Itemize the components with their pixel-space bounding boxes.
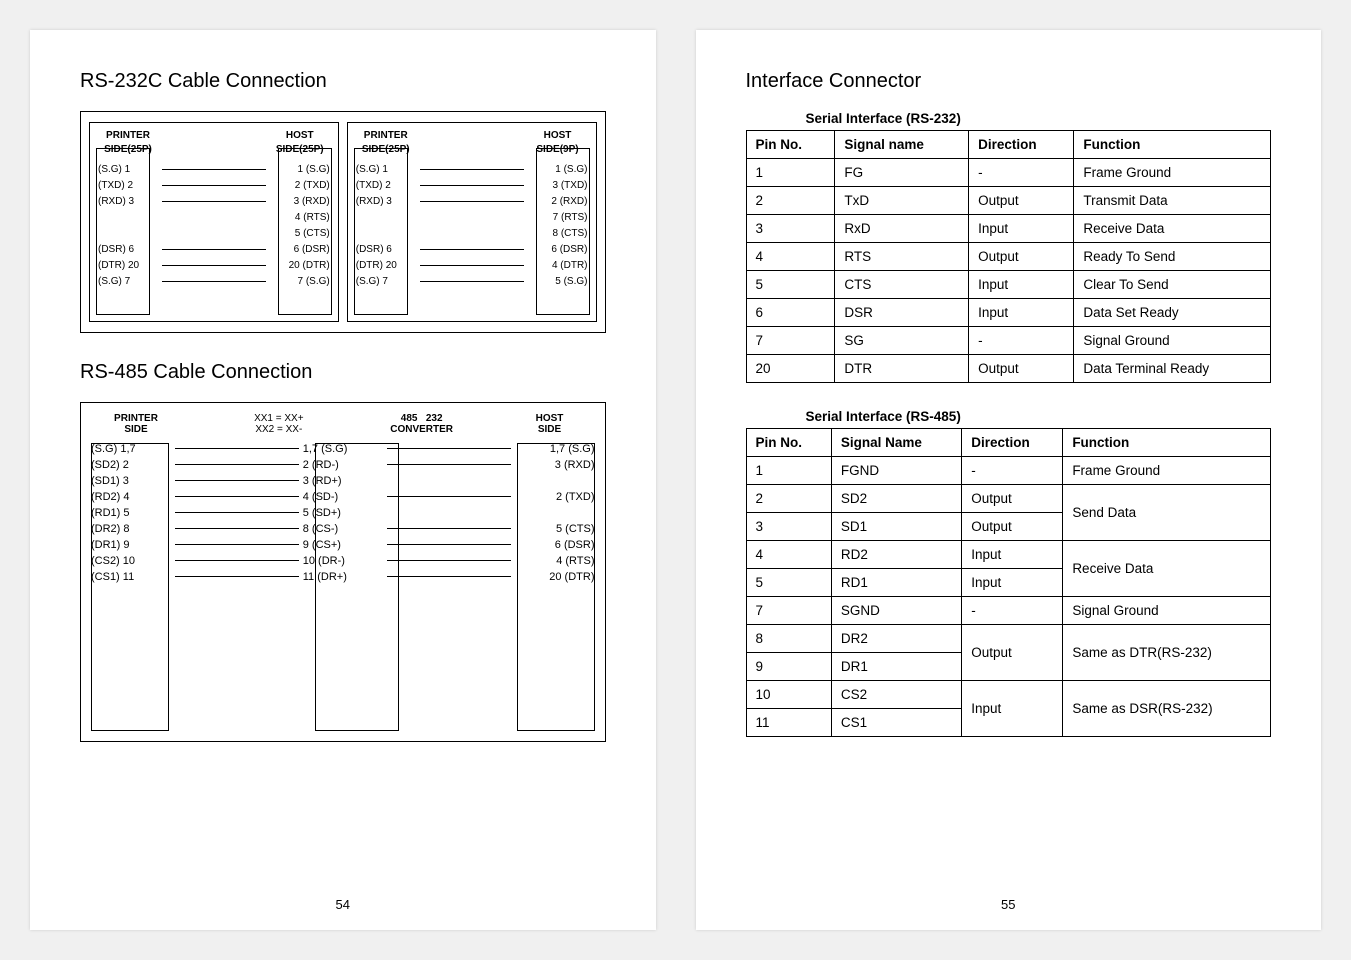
table-row: 1FGND-Frame Ground bbox=[746, 457, 1271, 485]
page-number-right: 55 bbox=[696, 897, 1322, 912]
table-row: 10CS2InputSame as DSR(RS-232) bbox=[746, 681, 1271, 709]
table-row: 5CTSInputClear To Send bbox=[746, 271, 1271, 299]
table-header: Function bbox=[1074, 131, 1271, 159]
caption-rs485: Serial Interface (RS-485) bbox=[806, 409, 1272, 424]
table-header: Pin No. bbox=[746, 131, 835, 159]
table-header: Signal name bbox=[835, 131, 969, 159]
table-row: 8DR2OutputSame as DTR(RS-232) bbox=[746, 625, 1271, 653]
table-row: 4RTSOutputReady To Send bbox=[746, 243, 1271, 271]
table-rs485: Pin No.Signal NameDirectionFunction1FGND… bbox=[746, 428, 1272, 737]
table-row: 7SGND-Signal Ground bbox=[746, 597, 1271, 625]
table-row: 4RD2InputReceive Data bbox=[746, 541, 1271, 569]
table-row: 2TxDOutputTransmit Data bbox=[746, 187, 1271, 215]
page-left: RS-232C Cable Connection PRINTER SIDE(25… bbox=[30, 30, 656, 930]
diagram-25p-9p: PRINTER SIDE(25P)HOST SIDE(9P)(S.G) 11 (… bbox=[347, 122, 597, 322]
heading-interface-connector: Interface Connector bbox=[746, 70, 1272, 93]
table-header: Signal Name bbox=[831, 429, 961, 457]
caption-rs232: Serial Interface (RS-232) bbox=[806, 111, 1272, 126]
table-row: 1FG-Frame Ground bbox=[746, 159, 1271, 187]
table-row: 7SG-Signal Ground bbox=[746, 327, 1271, 355]
table-rs232: Pin No.Signal nameDirectionFunction1FG-F… bbox=[746, 130, 1272, 383]
table-header: Direction bbox=[969, 131, 1074, 159]
table-header: Direction bbox=[962, 429, 1063, 457]
page-right: Interface Connector Serial Interface (RS… bbox=[696, 30, 1322, 930]
table-header: Function bbox=[1063, 429, 1271, 457]
table-row: 6DSRInputData Set Ready bbox=[746, 299, 1271, 327]
heading-rs232c: RS-232C Cable Connection bbox=[80, 70, 606, 93]
table-row: 2SD2OutputSend Data bbox=[746, 485, 1271, 513]
page-number-left: 54 bbox=[30, 897, 656, 912]
table-row: 20DTROutputData Terminal Ready bbox=[746, 355, 1271, 383]
heading-rs485: RS-485 Cable Connection bbox=[80, 361, 606, 384]
rs232c-diagram-box: PRINTER SIDE(25P)HOST SIDE(25P)(S.G) 11 … bbox=[80, 111, 606, 333]
table-row: 3RxDInputReceive Data bbox=[746, 215, 1271, 243]
table-header: Pin No. bbox=[746, 429, 831, 457]
diagram-25p-25p: PRINTER SIDE(25P)HOST SIDE(25P)(S.G) 11 … bbox=[89, 122, 339, 322]
rs485-diagram-box: PRINTER SIDEXX1 = XX+ XX2 = XX-485 232 C… bbox=[80, 402, 606, 742]
